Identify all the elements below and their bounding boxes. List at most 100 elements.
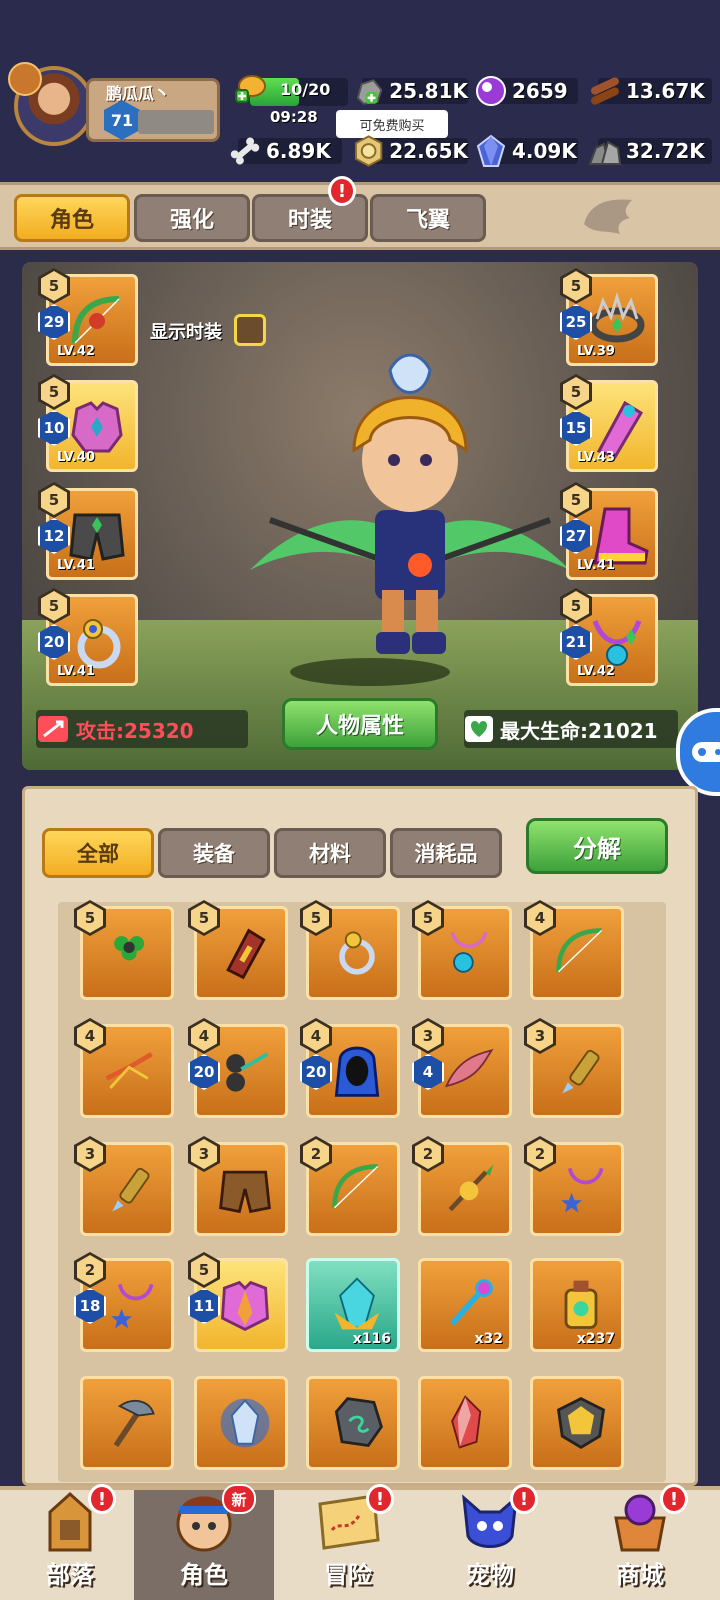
resource-coin[interactable]: 22.65K xyxy=(352,135,468,167)
star-necklace-icon xyxy=(561,1167,604,1213)
stone-icon xyxy=(356,79,383,105)
bone-icon xyxy=(230,137,260,165)
ore-amount: 32.72K xyxy=(626,139,705,163)
key-icon xyxy=(450,1279,493,1326)
inventory-item[interactable]: x237 xyxy=(530,1258,624,1352)
player-avatar[interactable] xyxy=(8,62,94,146)
attack-value: 攻击:25320 xyxy=(76,718,194,743)
rune-stone-icon xyxy=(334,1397,383,1448)
equip-level: LV.39 xyxy=(577,344,615,359)
nav-adventure-label: 冒险 xyxy=(324,1561,372,1589)
crossbow-icon xyxy=(105,1052,153,1089)
nav-adventure[interactable]: 冒险 xyxy=(278,1490,418,1600)
wing-emblem-icon xyxy=(584,199,632,234)
stamina-timer: 09:28 xyxy=(270,108,318,126)
adventure-alert-badge: ! xyxy=(366,1484,394,1514)
bracer-icon xyxy=(226,928,266,980)
item-quantity: x116 xyxy=(352,1331,391,1347)
bow-icon xyxy=(332,1164,379,1209)
hammer-icon xyxy=(113,1399,155,1448)
star-necklace-icon xyxy=(111,1283,154,1329)
tab-wings[interactable]: 飞翼 xyxy=(370,194,486,242)
nav-pets-label: 宠物 xyxy=(466,1561,514,1589)
blue-crystal-icon xyxy=(476,134,506,167)
item-quantity: x32 xyxy=(474,1331,503,1347)
red-crystal-icon xyxy=(451,1395,482,1449)
equip-level: LV.41 xyxy=(577,558,615,573)
inventory-tab-materials[interactable]: 材料 xyxy=(274,828,386,878)
fashion-alert-badge: ! xyxy=(328,176,356,206)
crystal-amount: 4.09K xyxy=(512,139,577,163)
equip-level: LV.41 xyxy=(57,664,95,679)
pets-alert-badge: ! xyxy=(510,1484,538,1514)
inventory-tab-equipment[interactable]: 装备 xyxy=(158,828,270,878)
stamina-meat-icon[interactable] xyxy=(232,70,268,106)
resource-stone[interactable]: 25.81K xyxy=(352,76,468,106)
dual-bow-icon xyxy=(226,1052,269,1092)
hero-character[interactable] xyxy=(250,340,570,670)
inventory-item[interactable]: x116 xyxy=(306,1258,400,1352)
tribe-alert-badge: ! xyxy=(88,1484,116,1514)
tab-character[interactable]: 角色 xyxy=(14,194,130,242)
inventory-tab-consumables[interactable]: 消耗品 xyxy=(390,828,502,878)
chest-armor-icon xyxy=(221,1280,269,1331)
nav-shop[interactable]: 商城 xyxy=(570,1490,710,1600)
inventory-item[interactable] xyxy=(80,1376,174,1470)
shop-alert-badge: ! xyxy=(660,1484,688,1514)
bow-icon xyxy=(556,928,603,973)
decompose-button[interactable]: 分解 xyxy=(526,818,668,874)
pants-icon xyxy=(219,1170,271,1214)
wood-amount: 13.67K xyxy=(626,79,705,103)
wood-logs-icon xyxy=(591,77,619,105)
clover-necklace-icon xyxy=(114,936,145,961)
equip-level: LV.40 xyxy=(57,450,95,465)
inventory-item[interactable]: x32 xyxy=(418,1258,512,1352)
show-fashion-label: 显示时装 xyxy=(150,322,222,343)
nav-shop-label: 商城 xyxy=(616,1561,664,1589)
inventory-item[interactable] xyxy=(530,1376,624,1470)
nav-pets[interactable]: 宠物 xyxy=(420,1490,560,1600)
max-hp-value: 最大生命:21021 xyxy=(500,718,658,743)
player-name: 鹏瓜瓜丶 xyxy=(106,84,171,103)
spear-icon xyxy=(448,1164,494,1212)
nav-tribe-label: 部落 xyxy=(46,1561,94,1589)
pendant-icon xyxy=(450,931,488,973)
bone-amount: 6.89K xyxy=(266,139,331,163)
equip-level: LV.43 xyxy=(577,450,615,465)
hood-icon xyxy=(334,1046,380,1097)
show-fashion-checkbox[interactable] xyxy=(234,314,266,346)
inventory-item[interactable] xyxy=(194,1376,288,1470)
gold-coin-icon xyxy=(354,135,383,167)
resource-bone[interactable]: 6.89K xyxy=(228,136,342,166)
nav-character-label: 角色 xyxy=(180,1561,228,1589)
equip-level: LV.42 xyxy=(57,344,95,359)
resource-gem[interactable]: 2659 xyxy=(474,76,578,106)
equip-level: LV.41 xyxy=(57,558,95,573)
character-attributes-button[interactable]: 人物属性 xyxy=(282,698,438,750)
stone-amount: 25.81K xyxy=(389,79,468,103)
resource-wood[interactable]: 13.67K xyxy=(588,76,712,106)
ring-icon xyxy=(339,931,375,975)
resource-crystal[interactable]: 4.09K xyxy=(474,134,578,167)
hp-stat: 最大生命:21021 xyxy=(464,710,678,748)
inventory-item[interactable] xyxy=(418,1376,512,1470)
equip-level: LV.42 xyxy=(577,664,615,679)
stamina-count: 10/20 xyxy=(280,80,331,99)
gold-emblem-icon xyxy=(556,1397,606,1450)
glowing-gem-icon xyxy=(220,1398,270,1448)
coin-amount: 22.65K xyxy=(389,139,468,163)
potion-icon xyxy=(564,1280,598,1329)
dagger-icon xyxy=(562,1049,600,1094)
wing-bow-icon xyxy=(444,1048,494,1088)
resource-ore[interactable]: 32.72K xyxy=(588,136,712,166)
purple-orb-icon xyxy=(476,76,506,106)
player-exp-bar xyxy=(138,110,214,134)
gem-amount: 2659 xyxy=(512,79,568,103)
attack-sword-icon xyxy=(38,716,68,742)
inventory-tab-all[interactable]: 全部 xyxy=(42,828,154,878)
character-new-badge: 新 xyxy=(222,1484,256,1514)
tab-enhance[interactable]: 强化 xyxy=(134,194,250,242)
inventory-item[interactable] xyxy=(306,1376,400,1470)
nav-tribe[interactable]: 部落 xyxy=(0,1490,140,1600)
attack-stat: 攻击:25320 xyxy=(36,710,248,748)
